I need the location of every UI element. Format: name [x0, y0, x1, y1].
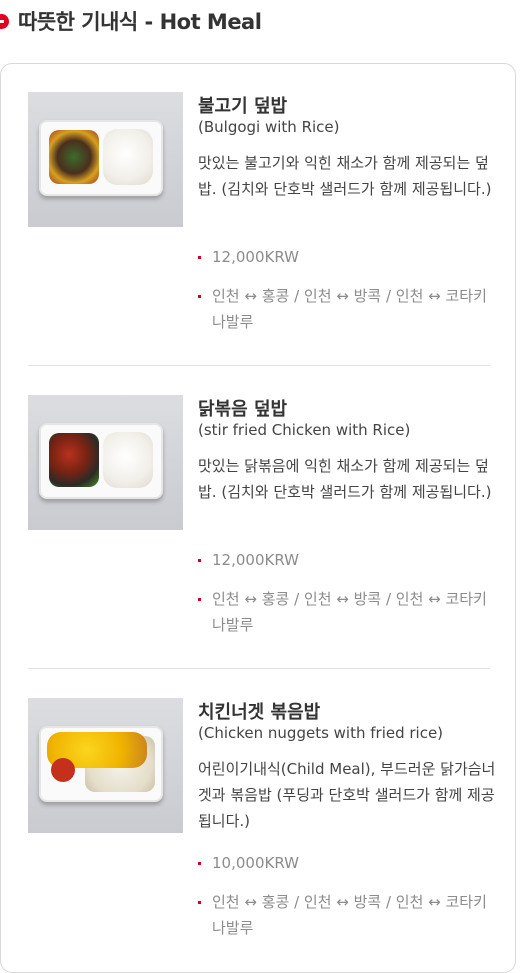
- meal-english-name: (Bulgogi with Rice): [198, 118, 340, 136]
- meal-routes: 인천 ↔ 홍콩 / 인천 ↔ 방콕 / 인천 ↔ 코타키나발루: [198, 889, 496, 941]
- red-bullet-icon: [0, 14, 9, 29]
- meal-name: 치킨너겟 볶음밥: [198, 702, 321, 723]
- meal-description: 맛있는 닭볶음에 익힌 채소가 함께 제공되는 덮밥. (김치와 단호박 샐러드…: [198, 457, 492, 501]
- meal-photo-nuggets: [28, 698, 183, 833]
- meal-description: 맛있는 불고기와 익힌 채소가 함께 제공되는 덮밥. (김치와 단호박 샐러드…: [198, 154, 492, 198]
- meal-english-name: (Chicken nuggets with fried rice): [198, 724, 444, 742]
- section-title: 따뜻한 기내식 - Hot Meal: [18, 10, 262, 34]
- meal-tray-image: [39, 423, 163, 499]
- meal-price: 12,000KRW: [198, 244, 496, 270]
- meal-photo-bulgogi: [28, 92, 183, 227]
- meal-item: 불고기 덮밥 (Bulgogi with Rice) 맛있는 불고기와 익힌 채…: [28, 92, 491, 342]
- meal-price: 12,000KRW: [198, 547, 496, 573]
- meal-item: 닭볶음 덮밥 (stir fried Chicken with Rice) 맛있…: [28, 395, 491, 645]
- meal-name: 불고기 덮밥: [198, 96, 288, 117]
- divider: [28, 668, 490, 669]
- meal-item: 치킨너겟 볶음밥 (Chicken nuggets with fried ric…: [28, 698, 495, 948]
- divider: [28, 365, 490, 366]
- meal-english-name: (stir fried Chicken with Rice): [198, 421, 411, 439]
- meal-name: 닭볶음 덮밥: [198, 399, 288, 420]
- section-header: 따뜻한 기내식 - Hot Meal: [0, 0, 522, 48]
- meal-description: 어린이기내식(Child Meal), 부드러운 닭가슴너겟과 볶음밥 (푸딩과…: [198, 760, 496, 830]
- meal-tray-image: [39, 726, 163, 802]
- meal-routes: 인천 ↔ 홍콩 / 인천 ↔ 방콕 / 인천 ↔ 코타키나발루: [198, 586, 496, 638]
- meal-tray-image: [39, 120, 163, 196]
- meal-photo-chicken: [28, 395, 183, 530]
- meal-routes: 인천 ↔ 홍콩 / 인천 ↔ 방콕 / 인천 ↔ 코타키나발루: [198, 283, 496, 335]
- meal-price: 10,000KRW: [198, 850, 496, 876]
